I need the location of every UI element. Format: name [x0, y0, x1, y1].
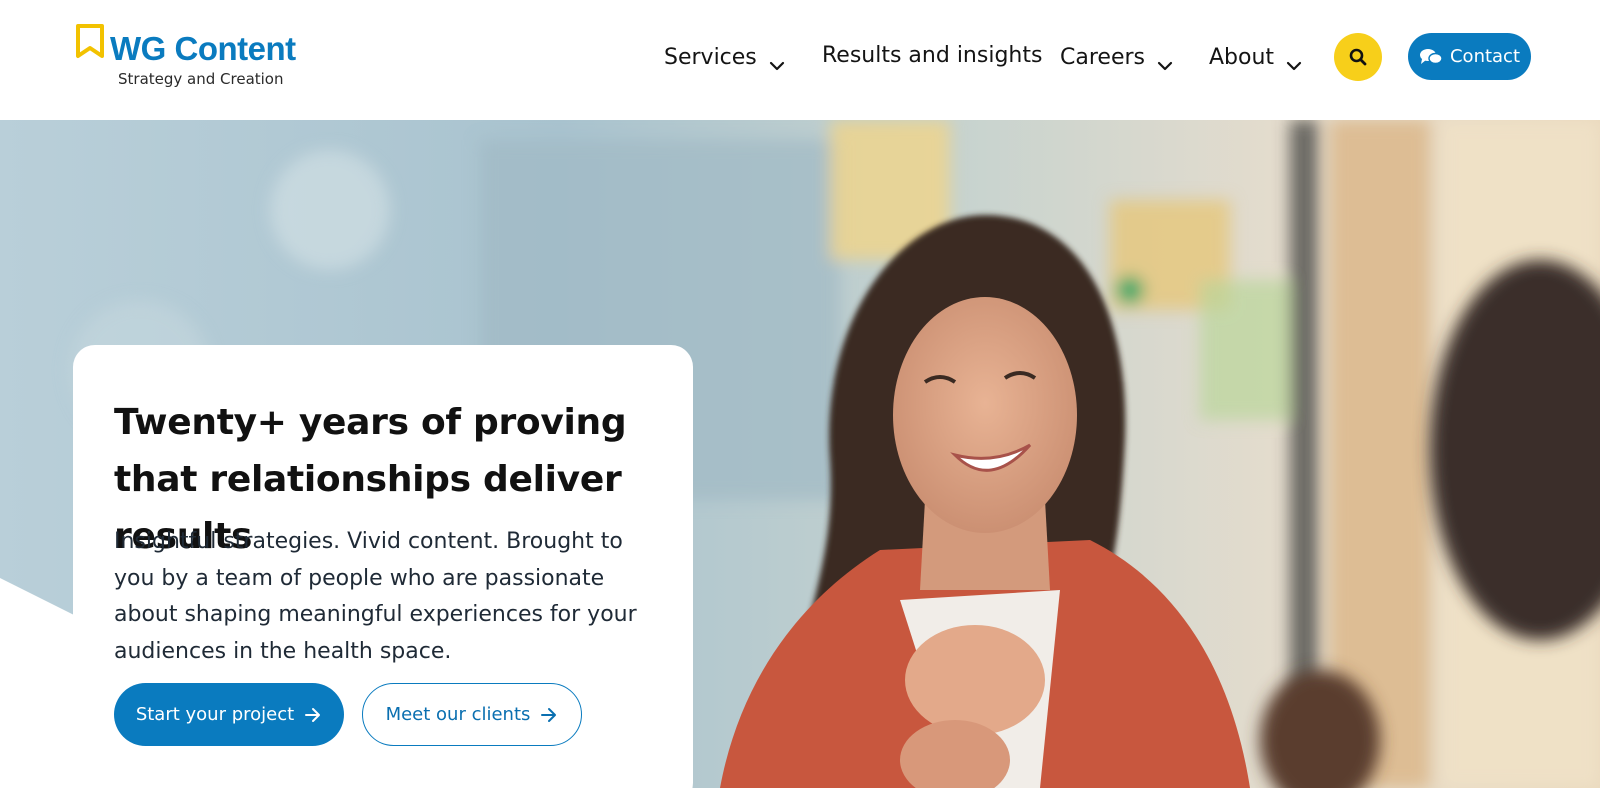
arrow-right-icon [541, 707, 557, 722]
logo-link[interactable]: WG Content Strategy and Creation [76, 22, 316, 92]
chevron-down-icon [1286, 61, 1302, 71]
logo-tagline: Strategy and Creation [118, 70, 284, 88]
logo-name: WG Content [110, 30, 296, 67]
start-project-button[interactable]: Start your project [114, 683, 344, 746]
chevron-down-icon [1157, 61, 1173, 71]
nav-item-about[interactable]: About [1209, 40, 1302, 74]
nav-item-label: Services [664, 44, 757, 70]
search-button[interactable] [1334, 33, 1382, 81]
chevron-down-icon [769, 61, 784, 71]
contact-label: Contact [1449, 46, 1521, 67]
nav-item-label: Results and insights [822, 43, 1043, 68]
meet-clients-label: Meet our clients [385, 704, 531, 725]
arrow-right-icon [305, 707, 321, 722]
start-project-label: Start your project [135, 704, 295, 725]
chat-bubbles-icon [1419, 48, 1443, 64]
hero-lede: Insightful strategies. Vivid content. Br… [114, 529, 637, 664]
search-icon [1349, 48, 1367, 66]
site-header: WG Content Strategy and Creation Service… [0, 0, 1600, 120]
nav-item-careers[interactable]: Careers [1060, 40, 1173, 74]
nav-item-label: About [1209, 44, 1275, 70]
meet-clients-button[interactable]: Meet our clients [362, 683, 582, 746]
pencil-flag-icon [76, 24, 104, 58]
nav-item-results[interactable]: Results and insights [822, 43, 1042, 68]
contact-button[interactable]: Contact [1408, 33, 1531, 80]
nav-item-label: Careers [1060, 44, 1145, 70]
nav-item-services[interactable]: Services [664, 40, 785, 74]
